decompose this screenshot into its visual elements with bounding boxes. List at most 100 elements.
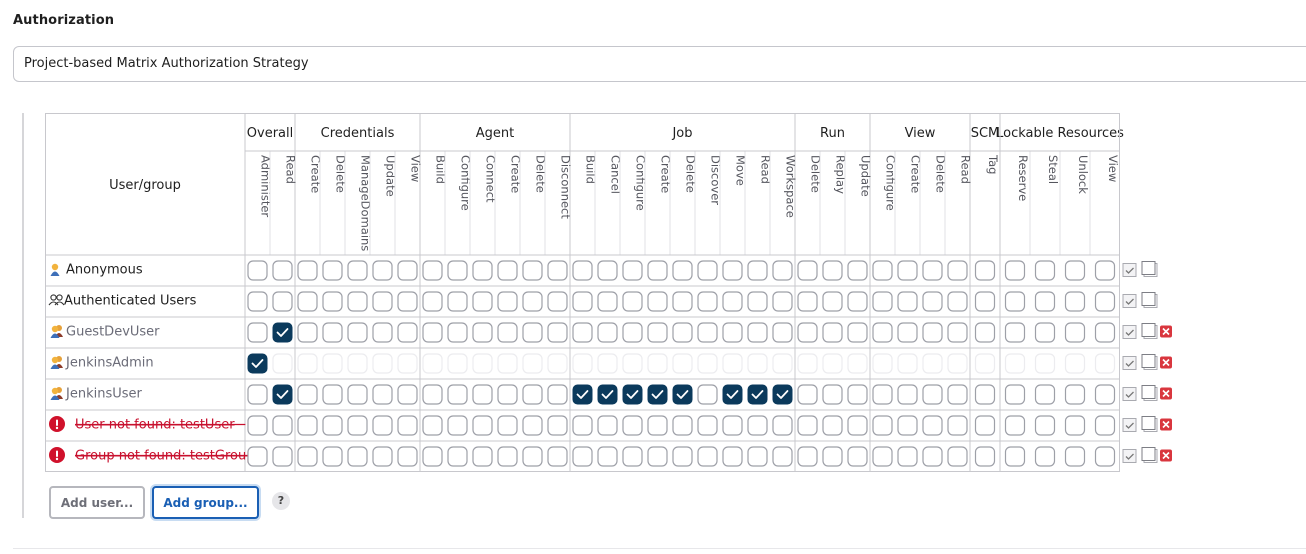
checkbox-anonymous-credentials-delete[interactable] [322,260,343,281]
checkbox-user-not-found-testuser-view-create[interactable] [897,415,918,436]
checkbox-jenkinsuser-agent-build[interactable] [422,384,443,405]
checkbox-group-not-found-testgroup-run-replay[interactable] [822,446,843,467]
checkbox-anonymous-lockable-resources-unlock[interactable] [1064,260,1086,281]
checkbox-jenkinsuser-agent-configure[interactable] [447,384,468,405]
checkbox-anonymous-run-delete[interactable] [797,260,818,281]
checkbox-user-not-found-testuser-credentials-managedomains[interactable] [347,415,368,436]
select-all-icon[interactable] [1122,294,1137,308]
checkbox-group-not-found-testgroup-credentials-delete[interactable] [322,446,343,467]
checkbox-user-not-found-testuser-lockable-resources-reserve[interactable] [1004,415,1026,436]
checkbox-guestdevuser-view-create[interactable] [897,322,918,343]
checkbox-group-not-found-testgroup-lockable-resources-unlock[interactable] [1064,446,1086,467]
select-all-icon[interactable] [1122,418,1137,432]
checkbox-group-not-found-testgroup-credentials-create[interactable] [297,446,318,467]
remove-entry-icon[interactable] [1160,325,1172,338]
checkbox-authenticated-users-view-create[interactable] [897,291,918,312]
checkbox-user-not-found-testuser-overall-read[interactable] [272,415,293,436]
select-all-icon[interactable] [1122,449,1137,463]
checkbox-user-not-found-testuser-job-build[interactable] [572,415,593,436]
unselect-all-icon[interactable] [1141,292,1158,308]
checkbox-user-not-found-testuser-view-delete[interactable] [922,415,943,436]
checkbox-anonymous-view-delete[interactable] [922,260,943,281]
checkbox-guestdevuser-overall-administer[interactable] [247,322,268,343]
checkbox-user-not-found-testuser-scm-tag[interactable] [974,415,996,436]
checkbox-authenticated-users-credentials-delete[interactable] [322,291,343,312]
checkbox-user-not-found-testuser-agent-create[interactable] [497,415,518,436]
add-user-button[interactable]: Add user... [49,486,145,519]
checkbox-group-not-found-testgroup-job-workspace[interactable] [772,446,793,467]
checkbox-anonymous-lockable-resources-view[interactable] [1094,260,1116,281]
checkbox-group-not-found-testgroup-agent-configure[interactable] [447,446,468,467]
checkbox-anonymous-job-discover[interactable] [697,260,718,281]
checkbox-guestdevuser-agent-create[interactable] [497,322,518,343]
checkbox-user-not-found-testuser-job-discover[interactable] [697,415,718,436]
checkbox-jenkinsuser-job-workspace[interactable] [772,384,793,405]
checkbox-authenticated-users-run-replay[interactable] [822,291,843,312]
checkbox-guestdevuser-credentials-view[interactable] [397,322,418,343]
checkbox-group-not-found-testgroup-view-delete[interactable] [922,446,943,467]
checkbox-authenticated-users-job-move[interactable] [722,291,743,312]
checkbox-authenticated-users-credentials-create[interactable] [297,291,318,312]
checkbox-group-not-found-testgroup-overall-administer[interactable] [247,446,268,467]
checkbox-guestdevuser-job-configure[interactable] [622,322,643,343]
checkbox-guestdevuser-scm-tag[interactable] [974,322,996,343]
checkbox-anonymous-job-configure[interactable] [622,260,643,281]
checkbox-group-not-found-testgroup-job-discover[interactable] [697,446,718,467]
checkbox-group-not-found-testgroup-run-delete[interactable] [797,446,818,467]
checkbox-anonymous-credentials-view[interactable] [397,260,418,281]
checkbox-jenkinsuser-run-replay[interactable] [822,384,843,405]
checkbox-authenticated-users-lockable-resources-view[interactable] [1094,291,1116,312]
checkbox-anonymous-credentials-managedomains[interactable] [347,260,368,281]
checkbox-user-not-found-testuser-job-configure[interactable] [622,415,643,436]
checkbox-group-not-found-testgroup-agent-connect[interactable] [472,446,493,467]
checkbox-user-not-found-testuser-lockable-resources-steal[interactable] [1034,415,1056,436]
checkbox-guestdevuser-run-update[interactable] [847,322,868,343]
checkbox-guestdevuser-job-delete[interactable] [672,322,693,343]
checkbox-group-not-found-testgroup-overall-read[interactable] [272,446,293,467]
checkbox-guestdevuser-job-build[interactable] [572,322,593,343]
checkbox-authenticated-users-lockable-resources-steal[interactable] [1034,291,1056,312]
checkbox-guestdevuser-agent-build[interactable] [422,322,443,343]
checkbox-guestdevuser-job-discover[interactable] [697,322,718,343]
remove-entry-icon[interactable] [1160,449,1172,462]
checkbox-guestdevuser-lockable-resources-steal[interactable] [1034,322,1056,343]
checkbox-authenticated-users-agent-connect[interactable] [472,291,493,312]
checkbox-anonymous-job-delete[interactable] [672,260,693,281]
checkbox-user-not-found-testuser-credentials-delete[interactable] [322,415,343,436]
checkbox-anonymous-job-workspace[interactable] [772,260,793,281]
checkbox-authenticated-users-agent-delete[interactable] [522,291,543,312]
checkbox-jenkinsuser-overall-read[interactable] [272,384,293,405]
checkbox-group-not-found-testgroup-lockable-resources-reserve[interactable] [1004,446,1026,467]
checkbox-group-not-found-testgroup-job-create[interactable] [647,446,668,467]
checkbox-jenkinsuser-view-read[interactable] [947,384,968,405]
checkbox-guestdevuser-lockable-resources-view[interactable] [1094,322,1116,343]
checkbox-jenkinsuser-view-configure[interactable] [872,384,893,405]
select-all-icon[interactable] [1122,387,1137,401]
checkbox-anonymous-view-create[interactable] [897,260,918,281]
checkbox-group-not-found-testgroup-credentials-managedomains[interactable] [347,446,368,467]
checkbox-user-not-found-testuser-lockable-resources-view[interactable] [1094,415,1116,436]
checkbox-group-not-found-testgroup-job-build[interactable] [572,446,593,467]
checkbox-authenticated-users-job-build[interactable] [572,291,593,312]
checkbox-authenticated-users-scm-tag[interactable] [974,291,996,312]
checkbox-user-not-found-testuser-job-workspace[interactable] [772,415,793,436]
checkbox-guestdevuser-view-read[interactable] [947,322,968,343]
checkbox-jenkinsuser-job-configure[interactable] [622,384,643,405]
checkbox-user-not-found-testuser-job-read[interactable] [747,415,768,436]
help-icon[interactable]: ? [272,492,290,510]
checkbox-authenticated-users-credentials-managedomains[interactable] [347,291,368,312]
checkbox-authenticated-users-agent-disconnect[interactable] [547,291,568,312]
checkbox-authenticated-users-agent-build[interactable] [422,291,443,312]
checkbox-group-not-found-testgroup-lockable-resources-view[interactable] [1094,446,1116,467]
checkbox-jenkinsuser-agent-delete[interactable] [522,384,543,405]
checkbox-group-not-found-testgroup-agent-create[interactable] [497,446,518,467]
checkbox-jenkinsuser-credentials-update[interactable] [372,384,393,405]
unselect-all-icon[interactable] [1141,354,1158,370]
checkbox-guestdevuser-view-configure[interactable] [872,322,893,343]
checkbox-anonymous-job-build[interactable] [572,260,593,281]
checkbox-authenticated-users-job-create[interactable] [647,291,668,312]
checkbox-user-not-found-testuser-job-create[interactable] [647,415,668,436]
checkbox-guestdevuser-credentials-update[interactable] [372,322,393,343]
checkbox-anonymous-agent-create[interactable] [497,260,518,281]
checkbox-group-not-found-testgroup-job-configure[interactable] [622,446,643,467]
